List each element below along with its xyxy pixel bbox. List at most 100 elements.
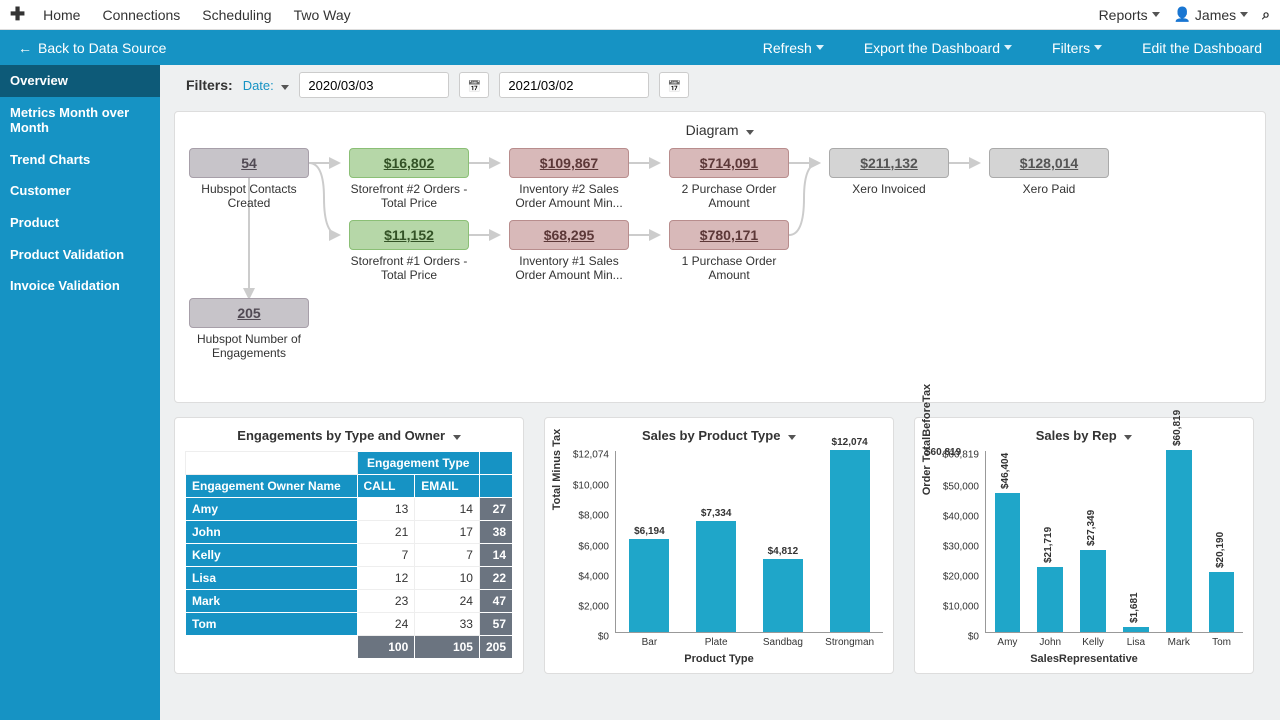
chevron-down-icon [1240, 12, 1248, 17]
row-total: 47 [479, 590, 512, 613]
node-value[interactable]: $128,014 [989, 148, 1109, 178]
y-tick: $12,074 [573, 450, 609, 461]
y-axis-title: Total Minus Tax [551, 429, 563, 511]
col-header-email: EMAIL [415, 475, 480, 498]
bar[interactable] [763, 559, 803, 632]
widget-title[interactable]: Engagements by Type and Owner [185, 428, 513, 443]
node-value[interactable]: $780,171 [669, 220, 789, 250]
node-label: Storefront #2 Orders - Total Price [349, 182, 469, 211]
bar-category-label: Bar [642, 637, 658, 648]
bar-category-label: Kelly [1082, 637, 1104, 648]
bar-value-label: $60,819 [1172, 410, 1183, 446]
node-label: Xero Paid [989, 182, 1109, 196]
sidebar-item-customer[interactable]: Customer [0, 175, 160, 207]
calendar-start-button[interactable] [459, 72, 489, 98]
y-tick: $30,000 [943, 542, 979, 553]
table-footer-row: 100 105 205 [186, 636, 513, 659]
nav-reports[interactable]: Reports [1099, 7, 1160, 23]
bar[interactable] [629, 539, 669, 632]
y-tick: $60,819 [943, 450, 979, 461]
filters-button[interactable]: Filters [1052, 40, 1102, 56]
chevron-down-icon [281, 85, 289, 90]
search-icon[interactable]: ⌕ [1262, 6, 1270, 23]
widget-sales-by-product-type: Sales by Product Type Total Minus Tax $0… [544, 417, 894, 674]
bar[interactable] [1080, 550, 1106, 632]
email-count: 17 [415, 521, 480, 544]
bar[interactable] [1037, 567, 1063, 632]
edit-dashboard-button[interactable]: Edit the Dashboard [1142, 40, 1262, 56]
sidebar-item-product-validation[interactable]: Product Validation [0, 239, 160, 271]
nav-home[interactable]: Home [43, 7, 80, 23]
sidebar-item-invoice-validation[interactable]: Invoice Validation [0, 270, 160, 302]
col-header-type: Engagement Type [357, 452, 479, 475]
node-value[interactable]: $11,152 [349, 220, 469, 250]
bar-value-label: $20,190 [1215, 531, 1226, 567]
col-header-call: CALL [357, 475, 415, 498]
bar-category-label: Strongman [825, 637, 874, 648]
refresh-button[interactable]: Refresh [763, 40, 824, 56]
nav-scheduling[interactable]: Scheduling [202, 7, 271, 23]
table-row: Amy131427 [186, 498, 513, 521]
email-count: 7 [415, 544, 480, 567]
bar[interactable] [696, 521, 736, 632]
email-count: 33 [415, 613, 480, 636]
node-label: 1 Purchase Order Amount [669, 254, 789, 283]
col-header-owner: Engagement Owner Name [186, 475, 358, 498]
chevron-down-icon [788, 435, 796, 440]
bar[interactable] [995, 493, 1021, 632]
chart-area: Order TotalBeforeTax $60,819 $0$10,000$2… [925, 451, 1243, 651]
back-to-data-source[interactable]: ←Back to Data Source [18, 40, 166, 56]
widget-title[interactable]: Sales by Rep [925, 428, 1243, 443]
node-inventory2-sales: $109,867 Inventory #2 Sales Order Amount… [509, 148, 629, 211]
call-count: 23 [357, 590, 415, 613]
node-label: Hubspot Number of Engagements [189, 332, 309, 361]
sidebar-item-overview[interactable]: Overview [0, 65, 160, 97]
bar-category-label: Sandbag [763, 637, 803, 648]
bar-value-label: $46,404 [1000, 453, 1011, 489]
bar[interactable] [1123, 627, 1149, 632]
y-tick: $6,000 [578, 541, 609, 552]
bar-value-label: $4,812 [768, 546, 799, 557]
node-value[interactable]: 54 [189, 148, 309, 178]
sidebar-item-trend-charts[interactable]: Trend Charts [0, 144, 160, 176]
node-value[interactable]: $211,132 [829, 148, 949, 178]
chevron-down-icon [746, 130, 754, 135]
chevron-down-icon [1004, 45, 1012, 50]
bar-category-label: Lisa [1127, 637, 1145, 648]
export-dashboard-button[interactable]: Export the Dashboard [864, 40, 1012, 56]
calendar-end-button[interactable] [659, 72, 689, 98]
call-count: 24 [357, 613, 415, 636]
y-tick: $10,000 [943, 602, 979, 613]
node-xero-paid: $128,014 Xero Paid [989, 148, 1109, 196]
nav-two-way[interactable]: Two Way [294, 7, 351, 23]
bar[interactable] [1209, 572, 1235, 632]
diagram-title[interactable]: Diagram [189, 122, 1251, 138]
date-end-input[interactable] [499, 72, 649, 98]
add-icon[interactable]: ✚ [10, 4, 25, 25]
sidebar-item-product[interactable]: Product [0, 207, 160, 239]
date-start-input[interactable] [299, 72, 449, 98]
node-inventory1-sales: $68,295 Inventory #1 Sales Order Amount … [509, 220, 629, 283]
nav-connections[interactable]: Connections [102, 7, 180, 23]
bar[interactable] [1166, 450, 1192, 632]
nav-user[interactable]: 👤 James [1174, 6, 1249, 23]
row-total: 57 [479, 613, 512, 636]
node-xero-invoiced: $211,132 Xero Invoiced [829, 148, 949, 196]
owner-name: Tom [186, 613, 358, 636]
node-value[interactable]: $16,802 [349, 148, 469, 178]
y-axis: Total Minus Tax $0$2,000$4,000$6,000$8,0… [555, 451, 615, 651]
sidebar-item-metrics-mom[interactable]: Metrics Month over Month [0, 97, 160, 144]
node-value[interactable]: 205 [189, 298, 309, 328]
node-value[interactable]: $68,295 [509, 220, 629, 250]
node-value[interactable]: $109,867 [509, 148, 629, 178]
y-tick: $4,000 [578, 571, 609, 582]
arrow-left-icon: ← [18, 40, 32, 56]
diagram-canvas: 54 Hubspot Contacts Created $16,802 Stor… [189, 148, 1251, 388]
chevron-down-icon [816, 45, 824, 50]
bar-category-label: Plate [705, 637, 728, 648]
date-filter-dropdown[interactable]: Date: [243, 78, 290, 93]
node-value[interactable]: $714,091 [669, 148, 789, 178]
bar-value-label: $1,681 [1129, 592, 1140, 623]
bar[interactable] [830, 450, 870, 632]
node-purchase-order-1: $780,171 1 Purchase Order Amount [669, 220, 789, 283]
